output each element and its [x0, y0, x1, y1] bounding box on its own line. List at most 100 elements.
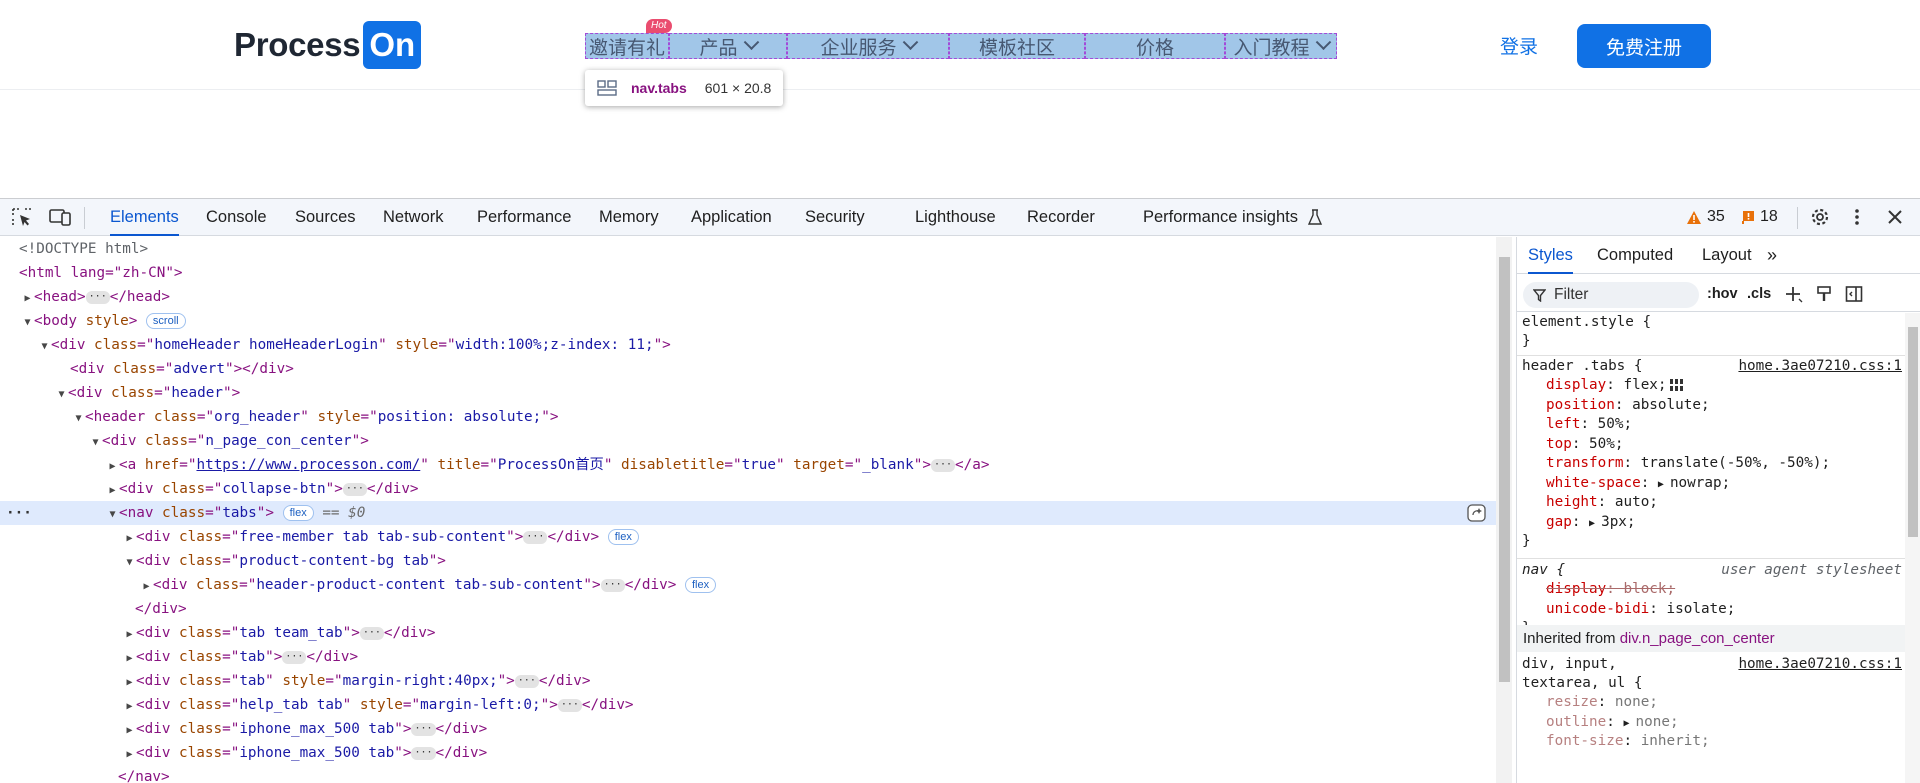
styles-rules[interactable]: element.style { } header .tabs {home.3ae…	[1517, 313, 1905, 783]
devtools-tab-sources[interactable]: Sources	[295, 199, 356, 236]
expand-arrow-icon[interactable]: ▶	[1589, 518, 1601, 529]
css-declaration[interactable]: display: flex;	[1546, 376, 1920, 395]
css-property-value[interactable]: 50%;	[1589, 436, 1623, 452]
nav-tab[interactable]: 模板社区	[949, 33, 1085, 59]
rule-selector[interactable]: header .tabs {	[1522, 358, 1643, 374]
css-declaration[interactable]: outline: ▶ none;	[1546, 713, 1920, 732]
dom-line[interactable]: ▶ <div class="tab"> ··· </div>	[0, 645, 1496, 669]
css-property-value[interactable]: translate(-50%, -50%);	[1641, 455, 1830, 471]
dom-line[interactable]: ▼ <div class="n_page_con_center">	[0, 429, 1496, 453]
more-tabs-chevron-icon[interactable]: »	[1767, 237, 1777, 274]
ellipsis-badge[interactable]: ···	[85, 290, 110, 304]
ellipsis-badge[interactable]: ···	[930, 458, 956, 472]
dom-line[interactable]: ▶ <div class="collapse-btn"> ··· </div>	[0, 477, 1496, 501]
nav-tab[interactable]: 产品	[669, 33, 787, 59]
expand-arrow-icon[interactable]: ▶	[123, 719, 136, 743]
devtools-tab-performance[interactable]: Performance	[477, 199, 571, 236]
dom-line[interactable]: ▼ <div class="homeHeader homeHeaderLogin"…	[0, 333, 1496, 357]
css-property-name[interactable]: gap	[1546, 514, 1572, 530]
css-property-value[interactable]: inherit;	[1641, 733, 1710, 749]
ai-assist-icon[interactable]	[1467, 504, 1486, 522]
flexbox-editor-icon[interactable]	[1667, 377, 1684, 393]
login-link[interactable]: 登录	[1500, 32, 1538, 59]
ellipsis-badge[interactable]: ···	[282, 650, 307, 664]
expand-arrow-icon[interactable]: ▶	[123, 743, 136, 767]
devtools-tab-application[interactable]: Application	[691, 199, 772, 236]
dom-line[interactable]: ▼ <div class="product-content-bg tab">	[0, 549, 1496, 573]
element-style-selector[interactable]: element.style {	[1522, 313, 1902, 332]
dom-line[interactable]: ▶ <div class="header-product-content tab-…	[0, 573, 1496, 597]
new-style-rule-icon[interactable]	[1785, 285, 1803, 303]
styles-scrollbar-thumb[interactable]	[1908, 327, 1918, 537]
dom-link[interactable]: https://www.processon.com/	[196, 457, 420, 473]
css-declaration[interactable]: font-size: inherit;	[1546, 732, 1920, 751]
collapse-arrow-icon[interactable]: ▼	[55, 383, 68, 407]
dom-line[interactable]: ▶ <a href="https://www.processon.com/" ti…	[0, 453, 1496, 477]
dom-line[interactable]: ▶ <div class="help_tab tab" style="margin…	[0, 693, 1496, 717]
css-property-name[interactable]: unicode-bidi	[1546, 601, 1649, 617]
css-property-name[interactable]: transform	[1546, 455, 1623, 471]
dom-line[interactable]: ▼ <header class="org_header" style="posit…	[0, 405, 1496, 429]
css-property-value[interactable]: none;	[1615, 694, 1658, 710]
dom-line[interactable]: </nav>	[0, 765, 1496, 783]
nav-tab[interactable]: 入门教程	[1225, 33, 1337, 59]
register-button[interactable]: 免费注册	[1577, 24, 1711, 68]
dom-line[interactable]: ▶ <div class="free-member tab tab-sub-con…	[0, 525, 1496, 549]
rule-source-link[interactable]: home.3ae07210.css:1	[1738, 357, 1902, 376]
css-declaration[interactable]: display: block;	[1546, 580, 1920, 599]
expand-arrow-icon[interactable]: ▶	[123, 671, 136, 695]
css-property-value[interactable]: flex;	[1623, 377, 1666, 393]
css-declaration[interactable]: transform: translate(-50%, -50%);	[1546, 454, 1920, 473]
devtools-tab-recorder[interactable]: Recorder	[1027, 199, 1095, 236]
ellipsis-badge[interactable]: ···	[600, 578, 625, 592]
dom-line[interactable]: ▼ <body style> scroll	[0, 309, 1496, 333]
toggle-sidebar-icon[interactable]	[1845, 285, 1863, 303]
expand-arrow-icon[interactable]: ▶	[123, 527, 136, 551]
flex-badge[interactable]: flex	[607, 529, 639, 545]
ellipsis-badge[interactable]: ···	[359, 626, 384, 640]
expand-arrow-icon[interactable]: ▶	[21, 287, 34, 311]
hov-button[interactable]: :hov	[1707, 286, 1738, 302]
tab-computed[interactable]: Computed	[1597, 237, 1673, 274]
css-property-value[interactable]: block;	[1623, 581, 1675, 597]
ellipsis-badge[interactable]: ···	[411, 722, 436, 736]
nav-tab[interactable]: 邀请有礼	[585, 33, 669, 59]
css-property-name[interactable]: position	[1546, 397, 1615, 413]
expand-arrow-icon[interactable]: ▶	[106, 455, 119, 479]
css-property-name[interactable]: display	[1546, 581, 1606, 597]
dom-line[interactable]: ▶ <div class="tab team_tab"> ··· </div>	[0, 621, 1496, 645]
dom-line[interactable]: ▶ <div class="iphone_max_500 tab"> ··· </di…	[0, 717, 1496, 741]
ellipsis-badge[interactable]: ···	[557, 698, 582, 712]
dom-line[interactable]: ▼ <div class="header">	[0, 381, 1496, 405]
dom-line[interactable]: ▶ <div class="iphone_max_500 tab"> ··· </di…	[0, 741, 1496, 765]
inherited-from-link[interactable]: div.n_page_con_center	[1620, 630, 1775, 647]
devtools-tab-memory[interactable]: Memory	[599, 199, 659, 236]
rule-source-link[interactable]: home.3ae07210.css:1	[1738, 655, 1902, 674]
css-declaration[interactable]: unicode-bidi: isolate;	[1546, 600, 1920, 619]
devtools-tab-lighthouse[interactable]: Lighthouse	[915, 199, 996, 236]
devtools-tab-console[interactable]: Console	[206, 199, 267, 236]
css-property-value[interactable]: absolute;	[1632, 397, 1709, 413]
collapse-arrow-icon[interactable]: ▼	[21, 311, 34, 335]
settings-gear-icon[interactable]	[1809, 207, 1831, 227]
ellipsis-badge[interactable]: ···	[514, 674, 539, 688]
flex-badge[interactable]: flex	[282, 505, 314, 521]
dom-line[interactable]: ▶ <div class="tab" style="margin-right:40…	[0, 669, 1496, 693]
cls-button[interactable]: .cls	[1747, 286, 1771, 302]
ellipsis-badge[interactable]: ···	[523, 530, 548, 544]
css-property-name[interactable]: outline	[1546, 714, 1606, 730]
tab-layout[interactable]: Layout	[1702, 237, 1752, 274]
collapse-arrow-icon[interactable]: ▼	[38, 335, 51, 359]
expand-arrow-icon[interactable]: ▶	[123, 623, 136, 647]
expand-arrow-icon[interactable]: ▶	[1623, 718, 1635, 729]
collapse-arrow-icon[interactable]: ▼	[89, 431, 102, 455]
dom-line[interactable]: </div>	[0, 597, 1496, 621]
css-declaration[interactable]: white-space: ▶ nowrap;	[1546, 474, 1920, 493]
devtools-tab-security[interactable]: Security	[805, 199, 865, 236]
ellipsis-badge[interactable]: ···	[411, 746, 436, 760]
expand-arrow-icon[interactable]: ▶	[140, 575, 153, 599]
issues-counter[interactable]: 18	[1742, 208, 1778, 226]
css-property-value[interactable]: auto;	[1615, 494, 1658, 510]
ellipsis-badge[interactable]: ···	[342, 482, 367, 496]
rule-selector[interactable]: div, input,	[1522, 656, 1617, 672]
